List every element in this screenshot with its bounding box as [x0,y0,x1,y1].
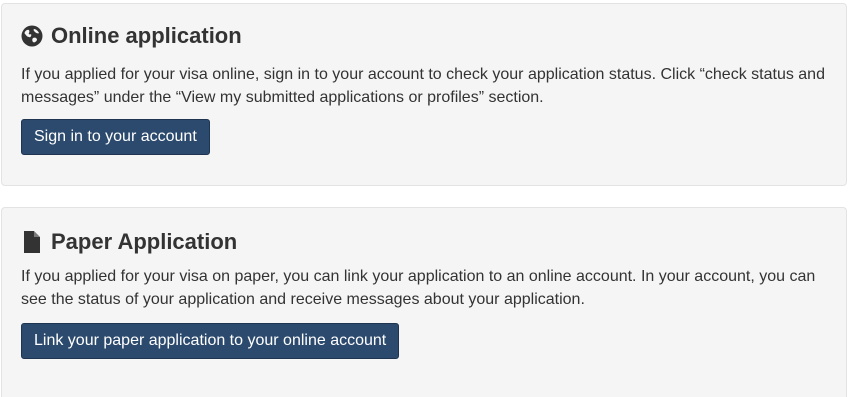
online-application-heading: Online application [21,23,242,49]
link-paper-application-button[interactable]: Link your paper application to your onli… [21,323,400,359]
online-application-title: Online application [51,23,242,48]
online-application-card: Online application If you applied for yo… [1,3,847,186]
file-icon [21,230,43,254]
paper-application-card: Paper Application If you applied for you… [1,207,847,397]
paper-application-title: Paper Application [51,229,238,254]
globe-icon [21,24,43,48]
sign-in-button[interactable]: Sign in to your account [21,119,210,155]
paper-application-description: If you applied for your visa on paper, y… [21,268,816,308]
paper-application-heading: Paper Application [21,229,237,255]
online-application-description: If you applied for your visa online, sig… [21,66,825,106]
